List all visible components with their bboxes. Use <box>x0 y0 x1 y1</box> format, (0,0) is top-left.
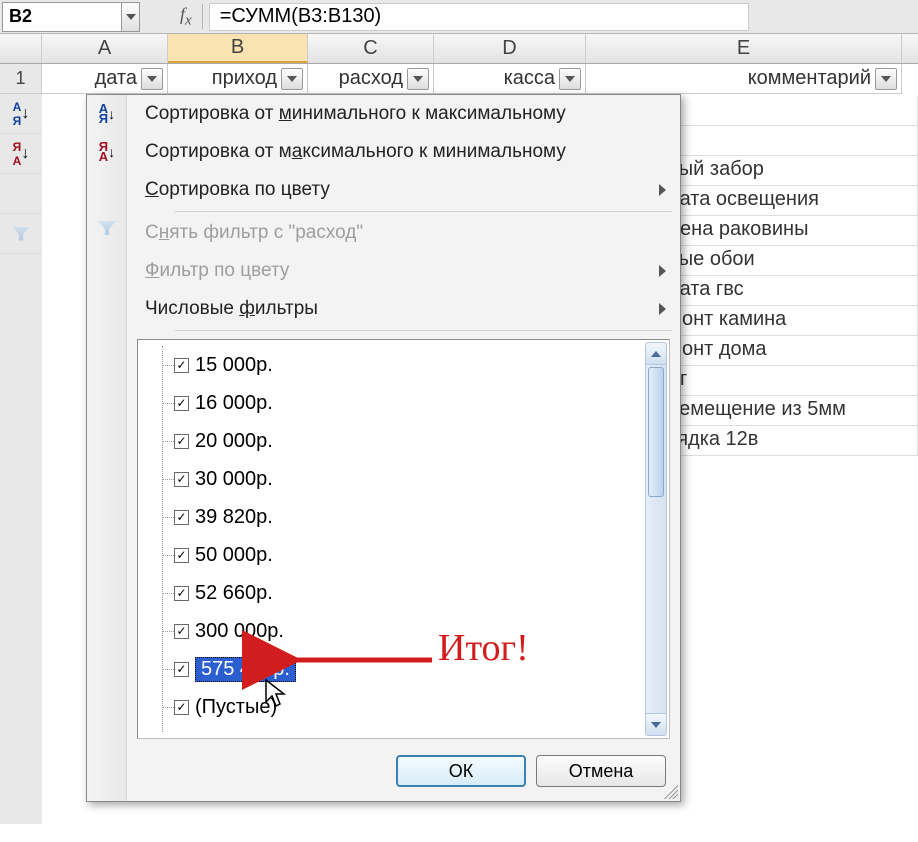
cell-E8[interactable]: оплата гвс <box>642 276 918 306</box>
checkbox-icon[interactable]: ✓ <box>174 662 189 677</box>
table-header-row: дата приход расход касса комментарий <box>42 64 918 94</box>
filter-value-item[interactable]: ✓ 50 000р. <box>144 536 643 574</box>
cell-E5[interactable]: оплата освещения <box>642 186 918 216</box>
chevron-right-icon <box>659 184 666 196</box>
col-header-E[interactable]: E <box>586 34 902 63</box>
filter-value-label: 30 000р. <box>195 468 273 491</box>
clear-filter-toolbar-icon <box>0 214 42 254</box>
cell-E11[interactable]: долг <box>642 366 918 396</box>
cell-E10[interactable]: ремонт дома <box>642 336 918 366</box>
row-headers: 1 АЯ↓ ЯА↓ <box>0 64 42 824</box>
filter-dropdown-D[interactable] <box>559 68 581 90</box>
checkbox-icon[interactable]: ✓ <box>174 548 189 563</box>
sort-descending[interactable]: Сортировка от максимального к минимально… <box>127 133 680 171</box>
name-box[interactable]: B2 <box>2 2 122 32</box>
checkbox-icon[interactable]: ✓ <box>174 358 189 373</box>
cancel-button[interactable]: Отмена <box>536 755 666 787</box>
filter-value-label: 300 000р. <box>195 620 284 643</box>
filter-value-item[interactable]: ✓ 16 000р. <box>144 384 643 422</box>
col-header-A[interactable]: A <box>42 34 168 63</box>
select-all-corner[interactable] <box>0 34 42 63</box>
scroll-down-button[interactable] <box>646 713 666 735</box>
filter-value-item[interactable]: ✓ 300 000р. <box>144 612 643 650</box>
checkbox-icon[interactable]: ✓ <box>174 700 189 715</box>
cell-E3[interactable] <box>642 126 918 156</box>
column-headers: A B C D E <box>0 34 918 64</box>
scroll-thumb[interactable] <box>648 367 664 497</box>
checkbox-icon[interactable]: ✓ <box>174 396 189 411</box>
formula-bar: B2 fx =СУММ(B3:B130) <box>0 0 918 34</box>
cell-E7[interactable]: новые обои <box>642 246 918 276</box>
cell-E13[interactable]: зарядка 12в <box>642 426 918 456</box>
sort-asc-icon: АЯ↓ <box>87 95 127 133</box>
filter-scrollbar[interactable] <box>645 342 667 736</box>
filter-by-color: Фильтр по цвету <box>127 252 680 290</box>
column-E-data: новый забор оплата освещения замена рако… <box>642 96 918 456</box>
filter-dropdown-C[interactable] <box>407 68 429 90</box>
filter-dropdown-B[interactable] <box>281 68 303 90</box>
filter-value-item[interactable]: ✓ (Пустые) <box>144 688 643 726</box>
header-E: комментарий <box>586 64 902 94</box>
sort-desc-toolbar-icon: ЯА↓ <box>0 134 42 174</box>
filter-value-label: 50 000р. <box>195 544 273 567</box>
formula-input[interactable]: =СУММ(B3:B130) <box>209 3 749 31</box>
filter-dropdown-A[interactable] <box>141 68 163 90</box>
filter-value-label: 16 000р. <box>195 392 273 415</box>
filter-value-item[interactable]: ✓ 52 660р. <box>144 574 643 612</box>
cell-E9[interactable]: ремонт камина <box>642 306 918 336</box>
chevron-right-icon <box>659 303 666 315</box>
cell-E12[interactable]: перемещение из 5мм <box>642 396 918 426</box>
number-filters[interactable]: Числовые фильтры <box>127 290 680 328</box>
col-header-C[interactable]: C <box>308 34 434 63</box>
checkbox-icon[interactable]: ✓ <box>174 586 189 601</box>
checkbox-icon[interactable]: ✓ <box>174 624 189 639</box>
col-header-B[interactable]: B <box>168 34 308 63</box>
filter-value-label: (Пустые) <box>195 696 277 719</box>
sort-asc-toolbar-icon: АЯ↓ <box>0 94 42 134</box>
header-A: дата <box>42 64 168 94</box>
resize-grip-icon[interactable] <box>664 785 678 799</box>
filter-value-label: 39 820р. <box>195 506 273 529</box>
scroll-up-button[interactable] <box>646 343 666 365</box>
cell-E6[interactable]: замена раковины <box>642 216 918 246</box>
sort-desc-icon: ЯА↓ <box>87 133 127 171</box>
filter-values-list: ✓ 15 000р. ✓ 16 000р. ✓ 20 000р. ✓ 30 000р. ✓ 39 … <box>137 339 670 739</box>
funnel-icon <box>87 209 127 247</box>
checkbox-icon[interactable]: ✓ <box>174 434 189 449</box>
filter-value-item[interactable]: ✓ 575 480р. <box>144 650 643 688</box>
chevron-right-icon <box>659 265 666 277</box>
sort-by-color[interactable]: Сортировка по цвету <box>127 171 680 209</box>
filter-value-item[interactable]: ✓ 15 000р. <box>144 346 643 384</box>
ok-button[interactable]: ОК <box>396 755 526 787</box>
col-header-D[interactable]: D <box>434 34 586 63</box>
cell-E4[interactable]: новый забор <box>642 156 918 186</box>
sort-ascending[interactable]: Сортировка от минимального к максимально… <box>127 95 680 133</box>
checkbox-icon[interactable]: ✓ <box>174 510 189 525</box>
checkbox-icon[interactable]: ✓ <box>174 472 189 487</box>
header-B: приход <box>168 64 308 94</box>
filter-value-item[interactable]: ✓ 39 820р. <box>144 498 643 536</box>
name-box-dropdown[interactable] <box>122 2 140 32</box>
filter-dropdown-E[interactable] <box>875 68 897 90</box>
header-D: касса <box>434 64 586 94</box>
header-C: расход <box>308 64 434 94</box>
fx-icon[interactable]: fx <box>170 4 203 30</box>
cell-E2[interactable] <box>642 96 918 126</box>
filter-value-label: 15 000р. <box>195 354 273 377</box>
filter-value-label: 20 000р. <box>195 430 273 453</box>
clear-filter: Снять фильтр с "расход" <box>127 214 680 252</box>
filter-value-label: 52 660р. <box>195 582 273 605</box>
filter-menu-sidebar-icons: АЯ↓ ЯА↓ <box>87 95 127 801</box>
filter-value-label: 575 480р. <box>195 657 296 682</box>
filter-value-item[interactable]: ✓ 20 000р. <box>144 422 643 460</box>
filter-value-item[interactable]: ✓ 30 000р. <box>144 460 643 498</box>
filter-menu: АЯ↓ ЯА↓ Сортировка от минимального к мак… <box>86 94 681 802</box>
row-header-1[interactable]: 1 <box>0 64 42 94</box>
